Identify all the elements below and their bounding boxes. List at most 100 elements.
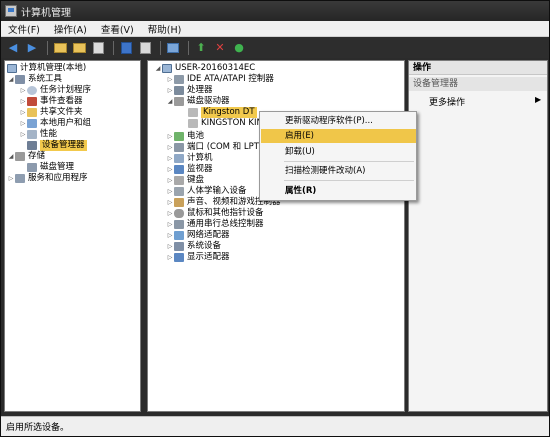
properties-icon[interactable]: [90, 40, 106, 56]
status-text: 启用所选设备。: [6, 423, 70, 433]
expand-icon[interactable]: ▷: [19, 118, 27, 129]
tree-device-manager[interactable]: 设备管理器: [27, 140, 87, 151]
device-processor[interactable]: ▷ 处理器: [166, 85, 213, 96]
expand-icon[interactable]: ▷: [166, 164, 174, 175]
expand-icon[interactable]: ▷: [166, 252, 174, 263]
folder-icon[interactable]: [52, 40, 68, 56]
menu-properties[interactable]: 属性(R): [261, 184, 416, 198]
usb-icon: [174, 220, 184, 229]
device-computer[interactable]: ▷ 计算机: [166, 153, 213, 164]
tree-disk-management[interactable]: 磁盘管理: [27, 162, 74, 173]
tree-shared-folders[interactable]: ▷ 共享文件夹: [19, 107, 83, 118]
tree-storage[interactable]: ◢ 存储: [7, 151, 45, 162]
device-battery[interactable]: ▷ 电池: [166, 131, 204, 142]
display-adapter-icon: [174, 253, 184, 262]
tree-task-scheduler[interactable]: ▷ 任务计划程序: [19, 85, 91, 96]
event-viewer-icon: [27, 97, 37, 106]
menu-uninstall[interactable]: 卸载(U): [261, 145, 416, 159]
device-display[interactable]: ▷ 显示适配器: [166, 252, 230, 263]
device-keyboards[interactable]: ▷ 键盘: [166, 175, 204, 186]
expand-icon[interactable]: ▷: [166, 175, 174, 186]
menu-bar: 文件(F) 操作(A) 查看(V) 帮助(H): [1, 21, 549, 37]
navigation-tree-pane[interactable]: 计算机管理(本地) ◢ 系统工具 ▷ 任务计划程序 ▷ 事件查看器 ▷ 共享文件…: [4, 60, 141, 412]
expand-icon[interactable]: ▷: [166, 241, 174, 252]
computer-icon: [7, 64, 17, 73]
device-usb[interactable]: ▷ 通用串行总线控制器: [166, 219, 264, 230]
expand-icon[interactable]: ▷: [166, 153, 174, 164]
menu-separator: [284, 180, 414, 181]
menu-scan-hardware[interactable]: 扫描检测硬件改动(A): [261, 164, 416, 178]
device-manager-icon: [27, 141, 37, 150]
menu-enable[interactable]: 启用(E): [261, 129, 416, 143]
expand-icon[interactable]: ▷: [166, 85, 174, 96]
forward-arrow-icon[interactable]: ▶: [24, 40, 40, 56]
performance-icon: [27, 130, 37, 139]
device-network[interactable]: ▷ 网络适配器: [166, 230, 230, 241]
uninstall-icon[interactable]: ✕: [212, 40, 228, 56]
actions-section-title[interactable]: 设备管理器: [409, 77, 547, 91]
mouse-icon: [174, 209, 184, 218]
back-arrow-icon[interactable]: ◀: [5, 40, 21, 56]
expand-icon[interactable]: ▷: [166, 186, 174, 197]
device-ide[interactable]: ▷ IDE ATA/ATAPI 控制器: [166, 74, 274, 85]
computer-icon: [174, 154, 184, 163]
device-hid[interactable]: ▷ 人体学输入设备: [166, 186, 247, 197]
services-icon: [15, 174, 25, 183]
speaker-icon: [174, 198, 184, 207]
view-icon[interactable]: [137, 40, 153, 56]
expand-icon[interactable]: ▷: [19, 129, 27, 140]
expand-icon[interactable]: ▷: [166, 219, 174, 230]
expand-icon[interactable]: ▷: [19, 85, 27, 96]
menu-action[interactable]: 操作(A): [47, 22, 94, 36]
scan-hardware-icon[interactable]: [165, 40, 181, 56]
monitor-icon: [174, 165, 184, 174]
device-kingston-dt[interactable]: Kingston DT: [188, 107, 257, 118]
expand-icon[interactable]: ▷: [166, 208, 174, 219]
tree-services[interactable]: ▷ 服务和应用程序: [7, 173, 88, 184]
tree-event-viewer[interactable]: ▷ 事件查看器: [19, 96, 83, 107]
folder-icon[interactable]: [71, 40, 87, 56]
collapse-icon[interactable]: ◢: [7, 74, 15, 85]
menu-update-driver[interactable]: 更新驱动程序软件(P)...: [261, 114, 416, 128]
expand-icon[interactable]: ▷: [19, 107, 27, 118]
device-system[interactable]: ▷ 系统设备: [166, 241, 221, 252]
usb-drive-icon: [188, 119, 198, 128]
disk-icon: [27, 163, 37, 172]
network-icon: [174, 231, 184, 240]
menu-help[interactable]: 帮助(H): [141, 22, 189, 36]
more-actions-link[interactable]: 更多操作: [429, 95, 465, 108]
tree-system-tools[interactable]: ◢ 系统工具: [7, 74, 62, 85]
device-disk-drives[interactable]: ◢ 磁盘驱动器: [166, 96, 230, 107]
expand-icon[interactable]: ▷: [7, 173, 15, 184]
enable-icon[interactable]: ●: [231, 40, 247, 56]
tree-root[interactable]: 计算机管理(本地): [7, 63, 86, 74]
tree-performance[interactable]: ▷ 性能: [19, 129, 57, 140]
menu-view[interactable]: 查看(V): [94, 22, 141, 36]
expand-icon[interactable]: ▷: [166, 74, 174, 85]
status-bar: 启用所选设备。: [1, 416, 549, 436]
device-ports[interactable]: ▷ 端口 (COM 和 LPT): [166, 142, 262, 153]
usb-drive-icon: [188, 108, 198, 117]
device-monitors[interactable]: ▷ 监视器: [166, 164, 213, 175]
collapse-icon[interactable]: ◢: [154, 63, 162, 74]
ide-controller-icon: [174, 75, 184, 84]
processor-icon: [174, 86, 184, 95]
expand-icon[interactable]: ▷: [166, 131, 174, 142]
disk-drive-icon: [174, 97, 184, 106]
computer-icon: [162, 64, 172, 73]
collapse-icon[interactable]: ◢: [166, 96, 174, 107]
chevron-right-icon[interactable]: ▶: [535, 95, 541, 104]
expand-icon[interactable]: ▷: [166, 230, 174, 241]
menu-file[interactable]: 文件(F): [1, 22, 47, 36]
expand-icon[interactable]: ▷: [166, 197, 174, 208]
update-driver-icon[interactable]: ⬆: [193, 40, 209, 56]
expand-icon[interactable]: ▷: [19, 96, 27, 107]
collapse-icon[interactable]: ◢: [7, 151, 15, 162]
battery-icon: [174, 132, 184, 141]
device-root[interactable]: ◢ USER-20160314EC: [154, 63, 255, 74]
device-kingston-kin[interactable]: KINGSTON KIN: [188, 118, 263, 129]
help-icon[interactable]: [118, 40, 134, 56]
device-mice[interactable]: ▷ 鼠标和其他指针设备: [166, 208, 264, 219]
tree-local-users[interactable]: ▷ 本地用户和组: [19, 118, 91, 129]
expand-icon[interactable]: ▷: [166, 142, 174, 153]
